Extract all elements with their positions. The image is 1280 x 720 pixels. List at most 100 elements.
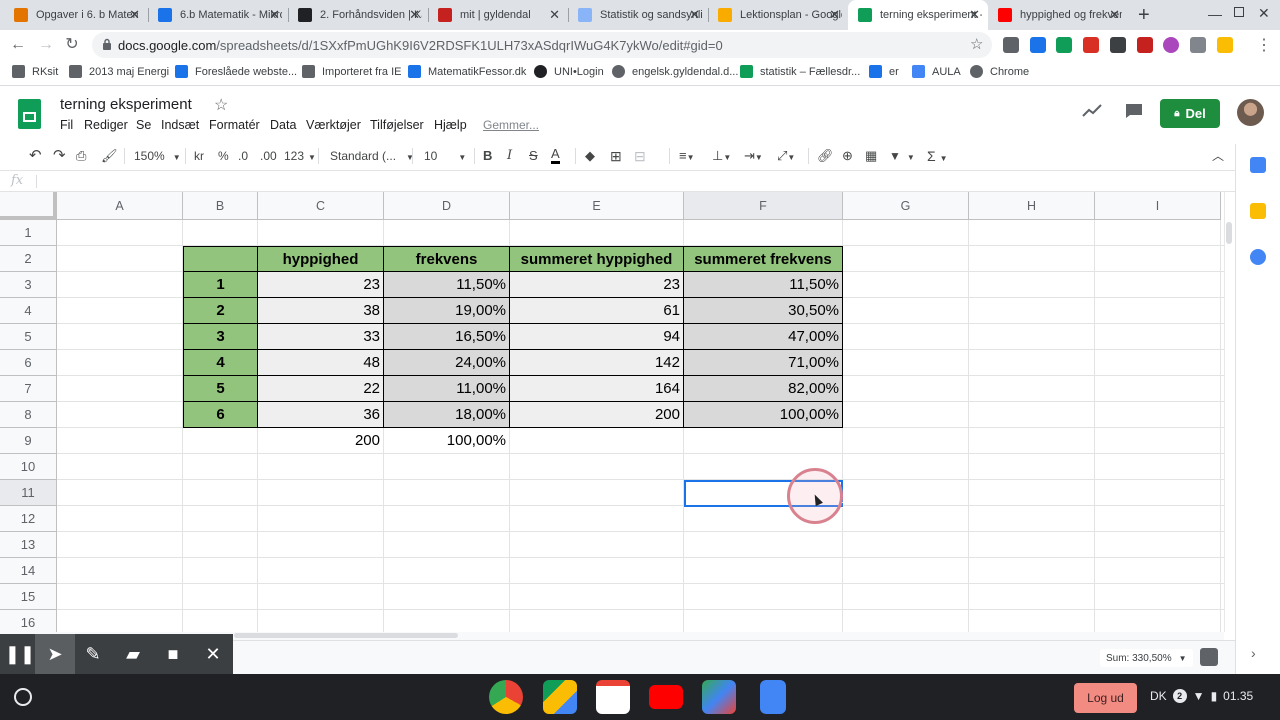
- row-header[interactable]: 5: [0, 324, 57, 350]
- vertical-align-icon[interactable]: ⊥▼: [712, 147, 731, 165]
- share-button[interactable]: 🔒︎ Del: [1160, 99, 1220, 128]
- browser-menu-icon[interactable]: ⋮: [1256, 35, 1272, 55]
- table-cell[interactable]: 2: [183, 298, 258, 324]
- minimize-icon[interactable]: —: [1208, 6, 1222, 22]
- bookmark[interactable]: Chrome: [970, 65, 1029, 78]
- row-header[interactable]: 2: [0, 246, 57, 272]
- bookmark[interactable]: UNI•Login: [534, 65, 604, 78]
- browser-tab-active[interactable]: terning eksperiment - Google ✕: [848, 0, 988, 30]
- row-header[interactable]: 4: [0, 298, 57, 324]
- menu-addons[interactable]: Tilføjelser: [370, 118, 424, 132]
- row-header[interactable]: 13: [0, 532, 57, 558]
- paint-format-icon[interactable]: 🖌︎: [101, 147, 118, 165]
- font-size-select[interactable]: 10 ▼: [424, 147, 468, 165]
- tab-close-icon[interactable]: ✕: [269, 7, 280, 23]
- print-icon[interactable]: ⎙: [76, 147, 86, 165]
- system-tray[interactable]: DK 2 ▼ ▮ 01.35: [1150, 689, 1253, 703]
- table-header-cell[interactable]: frekvens: [384, 246, 510, 272]
- gmail-app-icon[interactable]: [596, 680, 630, 714]
- bookmark[interactable]: AULA: [912, 65, 961, 78]
- table-header-cell[interactable]: summeret frekvens: [684, 246, 843, 272]
- borders-icon[interactable]: ⊞: [610, 147, 622, 165]
- forward-icon[interactable]: →: [36, 35, 56, 55]
- menu-data[interactable]: Data: [270, 118, 296, 132]
- table-cell[interactable]: 18,00%: [384, 402, 510, 428]
- bookmark[interactable]: statistik – Fællesdr...: [740, 65, 860, 78]
- zoom-select[interactable]: 150% ▼: [134, 147, 181, 165]
- table-cell[interactable]: 100,00%: [684, 402, 843, 428]
- total-frekvens-cell[interactable]: 100,00%: [384, 428, 510, 454]
- table-cell[interactable]: 82,00%: [684, 376, 843, 402]
- browser-tab[interactable]: 2. Forhåndsviden | Kapitel ✕: [288, 0, 428, 30]
- insert-comment-icon[interactable]: ⊕: [842, 147, 853, 165]
- menu-format[interactable]: Formatér: [209, 118, 260, 132]
- table-cell[interactable]: 16,50%: [384, 324, 510, 350]
- column-header-e[interactable]: E: [510, 192, 684, 220]
- text-rotation-icon[interactable]: ⤢▼: [777, 147, 795, 165]
- column-header-a[interactable]: A: [57, 192, 183, 220]
- extension-icon[interactable]: [1030, 37, 1046, 53]
- browser-tab[interactable]: Statistik og sandsynlighed ✕: [568, 0, 708, 30]
- column-header-f[interactable]: F: [684, 192, 843, 220]
- table-cell[interactable]: 47,00%: [684, 324, 843, 350]
- italic-icon[interactable]: I: [507, 147, 512, 165]
- table-cell[interactable]: 4: [183, 350, 258, 376]
- collapse-toolbar-icon[interactable]: ︿: [1212, 147, 1224, 165]
- browser-tab[interactable]: 6.b Matematik - Mikrofon ✕: [148, 0, 288, 30]
- table-cell[interactable]: 11,50%: [384, 272, 510, 298]
- table-cell[interactable]: 23: [258, 272, 384, 298]
- menu-tools[interactable]: Værktøjer: [306, 118, 361, 132]
- extension-icon[interactable]: [1083, 37, 1099, 53]
- activity-trend-icon[interactable]: [1082, 104, 1102, 118]
- menu-view[interactable]: Se: [136, 118, 151, 132]
- tab-close-icon[interactable]: ✕: [689, 7, 700, 23]
- horizontal-scroll-thumb[interactable]: [234, 633, 458, 638]
- strikethrough-icon[interactable]: S: [529, 147, 538, 165]
- sum-indicator[interactable]: Sum: 330,50% ▼: [1100, 649, 1193, 667]
- table-cell[interactable]: 71,00%: [684, 350, 843, 376]
- table-header-cell[interactable]: [183, 246, 258, 272]
- extension-icon[interactable]: [1163, 37, 1179, 53]
- table-cell[interactable]: 3: [183, 324, 258, 350]
- table-header-cell[interactable]: summeret hyppighed: [510, 246, 684, 272]
- tab-close-icon[interactable]: ✕: [829, 7, 840, 23]
- row-header[interactable]: 3: [0, 272, 57, 298]
- more-formats-select[interactable]: 123 ▼: [284, 147, 316, 165]
- extension-icon[interactable]: [1056, 37, 1072, 53]
- total-hyppighed-cell[interactable]: 200: [258, 428, 384, 454]
- table-cell[interactable]: 200: [510, 402, 684, 428]
- launcher-icon[interactable]: [14, 688, 32, 706]
- highlighter-icon[interactable]: ▰: [113, 634, 153, 674]
- menu-insert[interactable]: Indsæt: [161, 118, 199, 132]
- table-header-cell[interactable]: hyppighed: [258, 246, 384, 272]
- chrome-app-icon[interactable]: [489, 680, 523, 714]
- text-color-icon[interactable]: A: [551, 147, 560, 164]
- bookmark[interactable]: Foreslåede webste...: [175, 65, 297, 78]
- tab-close-icon[interactable]: ✕: [549, 7, 560, 23]
- camera-icon[interactable]: ■: [153, 634, 193, 674]
- column-header-g[interactable]: G: [843, 192, 969, 220]
- extension-icon[interactable]: [1137, 37, 1153, 53]
- tab-close-icon[interactable]: ✕: [409, 7, 420, 23]
- extension-icon[interactable]: [1003, 37, 1019, 53]
- column-header-c[interactable]: C: [258, 192, 384, 220]
- new-tab-icon[interactable]: +: [1138, 4, 1150, 27]
- merge-cells-icon[interactable]: ⊟: [634, 147, 646, 165]
- table-cell[interactable]: 11,00%: [384, 376, 510, 402]
- logout-button[interactable]: Log ud: [1074, 683, 1137, 713]
- vertical-scroll-thumb[interactable]: [1226, 222, 1232, 244]
- table-cell[interactable]: 6: [183, 402, 258, 428]
- explore-icon[interactable]: [1200, 648, 1218, 666]
- fill-color-icon[interactable]: ◆: [585, 147, 595, 165]
- extensions-puzzle-icon[interactable]: [1190, 37, 1206, 53]
- docs-app-icon[interactable]: [760, 680, 786, 714]
- menu-edit[interactable]: Rediger: [84, 118, 128, 132]
- close-icon[interactable]: ✕: [193, 634, 233, 674]
- row-header[interactable]: 10: [0, 454, 57, 480]
- spreadsheet-grid[interactable]: A B C D E F G H I 1 2 3 4 5 6 7 8 9 10 1…: [0, 192, 1224, 632]
- browser-tab[interactable]: mit | gyldendal ✕: [428, 0, 568, 30]
- bookmark[interactable]: 2013 maj Energi: [69, 65, 169, 78]
- extension-icon[interactable]: [1110, 37, 1126, 53]
- table-cell[interactable]: 61: [510, 298, 684, 324]
- undo-icon[interactable]: ↶: [29, 147, 42, 165]
